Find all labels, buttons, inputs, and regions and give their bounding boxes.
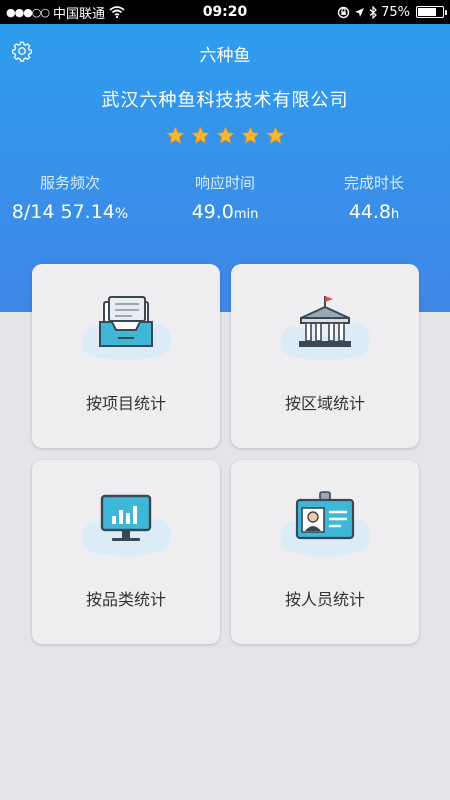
stat-service-frequency: 服务频次 8/14 57.14% <box>8 172 132 223</box>
stat-label: 响应时间 <box>194 174 255 192</box>
carrier-label: 中国联通 <box>53 6 106 22</box>
card-label: 按品类统计 <box>85 590 166 609</box>
stat-unit: % <box>114 206 129 222</box>
stats-row: 服务频次 8/14 57.14% 响应时间 49.0min 完成时长 44.8h <box>0 172 450 232</box>
wifi-icon <box>109 6 125 18</box>
card-label: 按人员统计 <box>284 590 365 609</box>
stat-response-time: 响应时间 49.0min <box>163 172 287 223</box>
stat-unit: min <box>233 207 259 222</box>
id-card-icon <box>281 491 370 556</box>
stat-value: 49.0min <box>163 201 287 223</box>
card-by-project[interactable]: 按项目统计 <box>32 264 220 448</box>
stat-label: 完成时长 <box>343 174 404 192</box>
page-title: 六种鱼 <box>199 46 251 66</box>
card-label: 按项目统计 <box>85 394 166 413</box>
building-icon <box>281 296 370 360</box>
stat-completion-time: 完成时长 44.8h <box>312 172 436 223</box>
star-icon <box>240 126 260 144</box>
signal-icon: ●●●○○ <box>6 5 50 19</box>
star-icon <box>190 126 210 144</box>
battery-percent: 75% <box>381 4 410 20</box>
star-icon <box>215 126 235 144</box>
company-name: 武汉六种鱼科技技术有限公司 <box>101 90 349 111</box>
stat-number: 8/14 57.14 <box>11 201 115 223</box>
battery-level <box>418 8 436 16</box>
bluetooth-icon <box>369 5 377 19</box>
battery-icon <box>416 6 447 18</box>
stat-label: 服务频次 <box>39 174 100 192</box>
stat-value: 44.8h <box>312 201 436 223</box>
star-icon <box>165 126 185 144</box>
status-bar: ●●●○○ 中国联通 09:20 75% <box>0 0 450 24</box>
card-by-region[interactable]: 按区域统计 <box>231 264 419 448</box>
card-by-category[interactable]: 按品类统计 <box>32 460 220 644</box>
stat-value: 8/14 57.14% <box>8 201 132 223</box>
monitor-chart-icon <box>82 494 171 556</box>
star-icon <box>265 126 285 144</box>
stat-unit: h <box>391 207 400 222</box>
rotation-lock-icon <box>337 6 350 18</box>
project-tray-icon <box>82 296 171 360</box>
stat-number: 44.8 <box>348 201 392 223</box>
stat-number: 49.0 <box>191 201 234 223</box>
location-arrow-icon <box>355 7 365 17</box>
card-by-personnel[interactable]: 按人员统计 <box>231 460 419 644</box>
card-label: 按区域统计 <box>284 394 365 413</box>
rating-stars <box>0 126 450 145</box>
